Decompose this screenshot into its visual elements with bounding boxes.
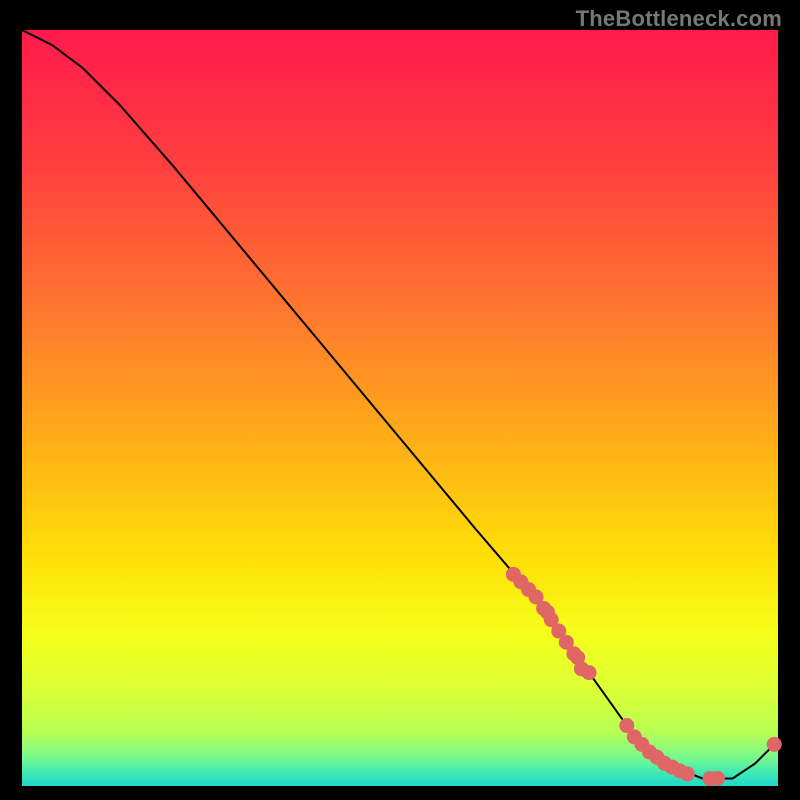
watermark-text: TheBottleneck.com [576, 6, 782, 32]
plot-background [22, 30, 778, 786]
marker-point [710, 771, 725, 786]
marker-point [767, 737, 782, 752]
marker-point [582, 665, 597, 680]
chart-container: TheBottleneck.com [0, 0, 800, 800]
marker-point [680, 766, 695, 781]
bottleneck-chart [0, 0, 800, 800]
